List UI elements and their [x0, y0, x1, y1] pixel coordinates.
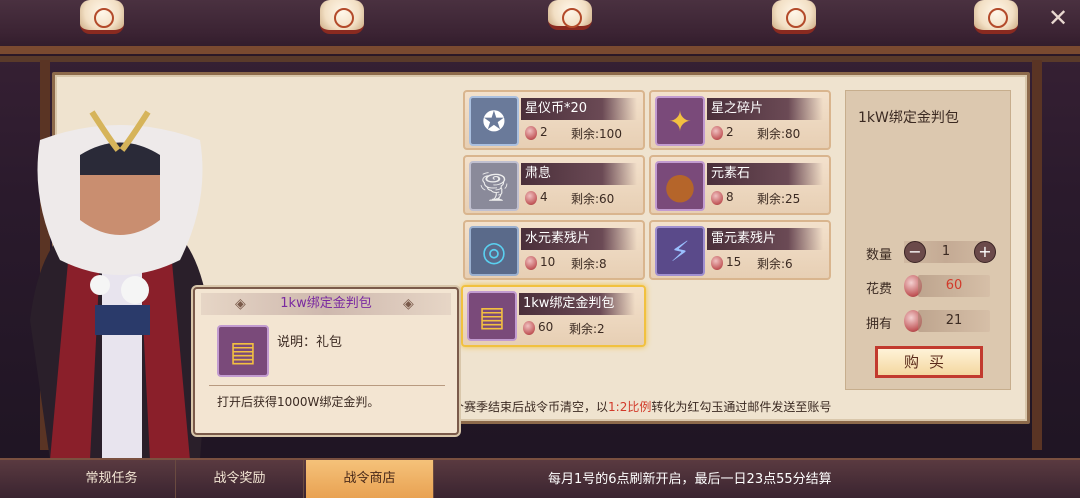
- item-tooltip: 1kw绑定金判包 ◈ ◈ ▤ 说明：礼包 打开后获得1000W绑定金判。: [193, 287, 459, 435]
- item-name: 元素石: [707, 163, 823, 185]
- shop-item[interactable]: ◎ 水元素残片 10 剩余:8: [463, 220, 645, 280]
- owned-value: 21: [918, 310, 990, 332]
- item-price: 10: [540, 255, 556, 269]
- shop-item[interactable]: ✦ 星之碎片 2 剩余:80: [649, 90, 831, 150]
- minus-button[interactable]: −: [904, 241, 926, 263]
- star-coin-icon: ✪: [469, 96, 519, 146]
- item-remaining: 剩余:6: [757, 257, 793, 271]
- whirlwind-icon: 🌪: [469, 161, 519, 211]
- item-remaining: 剩余:60: [571, 192, 615, 206]
- tooltip-description: 说明：礼包: [277, 335, 343, 350]
- cost-label: 花费: [866, 282, 893, 297]
- item-remaining: 剩余:25: [757, 192, 801, 206]
- shop-item[interactable]: ● 元素石 8 剩余:25: [649, 155, 831, 215]
- currency-icon: [711, 256, 723, 270]
- currency-icon: [711, 191, 723, 205]
- currency-icon: [525, 126, 537, 140]
- lantern-icon: [772, 0, 816, 34]
- item-name: 雷元素残片: [707, 228, 823, 250]
- tab-pass-shop[interactable]: 战令商店: [306, 460, 434, 498]
- tab-regular-tasks[interactable]: 常规任务: [48, 460, 176, 498]
- item-name: 1kw绑定金判包: [519, 293, 635, 315]
- notice-ratio: 1:2比例: [608, 400, 652, 414]
- shop-item-selected[interactable]: ▤ 1kw绑定金判包 60 剩余:2: [461, 285, 646, 347]
- close-button[interactable]: ✕: [1044, 4, 1072, 32]
- item-remaining: 剩余:100: [571, 127, 622, 141]
- gold-pack-icon: ▤: [217, 325, 269, 377]
- item-name: 星之碎片: [707, 98, 823, 120]
- item-name: 水元素残片: [521, 228, 637, 250]
- shop-item[interactable]: 🌪 肃息 4 剩余:60: [463, 155, 645, 215]
- tooltip-divider: [209, 385, 445, 386]
- item-name: 星仪币*20: [521, 98, 637, 120]
- currency-icon: [523, 321, 535, 335]
- item-price: 15: [726, 255, 742, 269]
- item-remaining: 剩余:80: [757, 127, 801, 141]
- plus-button[interactable]: +: [974, 241, 996, 263]
- item-name: 肃息: [521, 163, 637, 185]
- item-price: 8: [726, 190, 734, 204]
- thunder-element-icon: ⚡: [655, 226, 705, 276]
- lantern-icon: [320, 0, 364, 34]
- tooltip-left-arrow-icon[interactable]: ◈: [235, 293, 246, 315]
- buy-button[interactable]: 购买: [875, 346, 983, 378]
- bottom-tab-bar: 常规任务 战令奖励 战令商店 每月1号的6点刷新开启，最后一日23点55分结算: [0, 458, 1080, 498]
- element-stone-icon: ●: [655, 161, 705, 211]
- currency-icon: [711, 126, 723, 140]
- water-element-icon: ◎: [469, 226, 519, 276]
- shop-item[interactable]: ✪ 星仪币*20 2 剩余:100: [463, 90, 645, 150]
- star-fragment-icon: ✦: [655, 96, 705, 146]
- currency-icon: [525, 191, 537, 205]
- lantern-icon: [974, 0, 1018, 34]
- owned-label: 拥有: [866, 317, 893, 332]
- lantern-icon: [548, 0, 592, 30]
- season-notice: 每个赛季结束后战令币清空，以1:2比例转化为红勾玉通过邮件发送至账号: [440, 398, 831, 415]
- cost-value: 60: [918, 275, 990, 297]
- item-price: 4: [540, 190, 548, 204]
- quantity-label: 数量: [866, 248, 893, 263]
- item-remaining: 剩余:8: [571, 257, 607, 271]
- tooltip-effect: 打开后获得1000W绑定金判。: [217, 395, 380, 409]
- item-price: 2: [726, 125, 734, 139]
- tab-pass-rewards[interactable]: 战令奖励: [176, 460, 304, 498]
- item-remaining: 剩余:2: [569, 322, 605, 336]
- detail-title: 1kW绑定金判包: [858, 110, 959, 126]
- tooltip-right-arrow-icon[interactable]: ◈: [403, 293, 414, 315]
- notice-suffix: 转化为红勾玉通过邮件发送至账号: [651, 400, 832, 414]
- lantern-icon: [80, 0, 124, 34]
- item-detail-panel: 1kW绑定金判包 数量 1 − + 花费 60 拥有 21: [845, 90, 1011, 390]
- top-beam: [0, 0, 1080, 62]
- item-price: 2: [540, 125, 548, 139]
- beam-rail: [0, 46, 1080, 54]
- notice-prefix: 每个赛季结束后战令币清空，以: [440, 400, 609, 414]
- right-post: [1032, 60, 1042, 450]
- refresh-info: 每月1号的6点刷新开启，最后一日23点55分结算: [548, 472, 832, 487]
- shop-item[interactable]: ⚡ 雷元素残片 15 剩余:6: [649, 220, 831, 280]
- currency-icon: [525, 256, 537, 270]
- gold-pack-icon: ▤: [467, 291, 517, 341]
- item-price: 60: [538, 320, 554, 334]
